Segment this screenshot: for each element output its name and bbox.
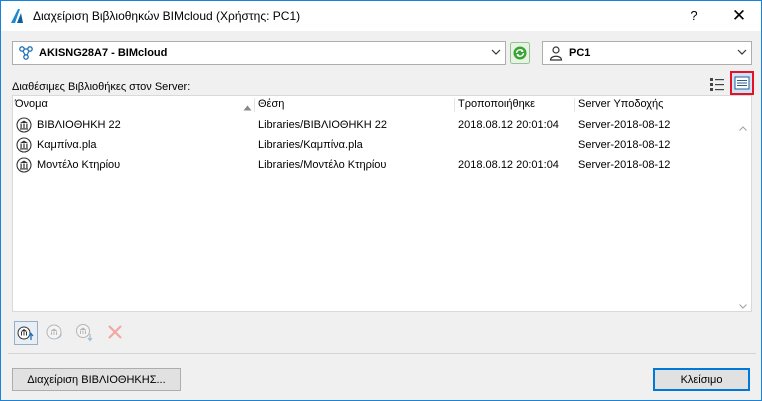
download-library-icon [76, 324, 93, 342]
reload-library-icon [46, 324, 62, 340]
column-divider[interactable] [574, 98, 575, 112]
table-row[interactable]: ΒΙΒΛΙΟΘΗΚΗ 22 Libraries/ΒΙΒΛΙΟΘΗΚΗ 22 20… [13, 115, 735, 135]
scroll-up-icon[interactable] [739, 122, 747, 134]
sort-ascending-icon [243, 102, 252, 114]
column-header-location[interactable]: Θέση [258, 98, 284, 110]
scroll-down-icon[interactable] [739, 300, 747, 312]
footer-divider [8, 353, 756, 354]
library-icon [16, 157, 32, 173]
add-library-button[interactable] [14, 321, 38, 345]
user-select[interactable]: PC1 [542, 41, 752, 65]
close-button[interactable]: Κλείσιμο [653, 368, 750, 391]
window-close-button[interactable]: ✕ [717, 1, 761, 31]
library-manager-dialog: Διαχείριση Βιβλιοθηκών BIMcloud (Χρήστης… [0, 0, 762, 401]
libraries-table: Όνομα Θέση Τροποποιήθηκε Server Υποδοχής [12, 95, 752, 312]
library-name: Καμπίνα.pla [37, 139, 97, 151]
chevron-down-icon [737, 47, 747, 57]
library-host-server: Server-2018-08-12 [578, 119, 671, 131]
manage-library-button[interactable]: Διαχείριση ΒΙΒΛΙΟΘΗΚΗΣ... [12, 368, 181, 391]
add-library-icon [17, 326, 34, 340]
list-view-button[interactable] [730, 71, 754, 95]
library-modified: 2018.08.12 20:01:04 [458, 119, 559, 131]
server-select-value: AKISNG28A7 - BIMcloud [39, 47, 168, 59]
column-divider[interactable] [254, 98, 255, 112]
table-header: Όνομα Θέση Τροποποιήθηκε Server Υποδοχής [13, 96, 751, 114]
details-view-icon [710, 78, 724, 91]
refresh-button[interactable] [510, 42, 530, 64]
chevron-down-icon [491, 47, 501, 57]
available-libraries-label: Διαθέσιμες Βιβλιοθήκες στον Server: [12, 81, 191, 93]
library-host-server: Server-2018-08-12 [578, 159, 671, 171]
library-icon [16, 137, 32, 153]
library-location: Libraries/ΒΙΒΛΙΟΘΗΚΗ 22 [258, 119, 388, 131]
server-select[interactable]: AKISNG28A7 - BIMcloud [12, 41, 506, 65]
column-divider[interactable] [454, 98, 455, 112]
library-name: ΒΙΒΛΙΟΘΗΚΗ 22 [37, 119, 121, 131]
library-location: Libraries/Καμπίνα.pla [258, 139, 363, 151]
column-header-modified[interactable]: Τροποποιήθηκε [458, 98, 535, 110]
user-icon [548, 45, 564, 61]
list-view-icon [734, 76, 750, 90]
user-select-value: PC1 [569, 47, 591, 59]
library-location: Libraries/Μοντέλο Κτηρίου [258, 159, 387, 171]
details-view-button[interactable] [706, 73, 728, 95]
table-row[interactable]: Καμπίνα.pla Libraries/Καμπίνα.pla Server… [13, 135, 735, 155]
download-library-button[interactable] [73, 321, 97, 345]
delete-icon [108, 325, 122, 339]
help-button[interactable]: ? [671, 1, 717, 31]
column-header-host-server[interactable]: Server Υποδοχής [578, 98, 663, 110]
archicad-app-icon [9, 8, 25, 24]
title-bar: Διαχείριση Βιβλιοθηκών BIMcloud (Χρήστης… [1, 1, 761, 31]
library-host-server: Server-2018-08-12 [578, 139, 671, 151]
delete-library-button[interactable] [104, 321, 128, 345]
cloud-network-icon [18, 45, 34, 61]
library-name: Μοντέλο Κτηρίου [37, 159, 121, 171]
column-header-name[interactable]: Όνομα [15, 98, 48, 110]
reload-library-button[interactable] [43, 321, 67, 345]
window-title: Διαχείριση Βιβλιοθηκών BIMcloud (Χρήστης… [33, 9, 301, 23]
library-modified: 2018.08.12 20:01:04 [458, 159, 559, 171]
table-row[interactable]: Μοντέλο Κτηρίου Libraries/Μοντέλο Κτηρίο… [13, 155, 735, 175]
library-icon [16, 117, 32, 133]
vertical-scrollbar[interactable] [735, 114, 751, 311]
